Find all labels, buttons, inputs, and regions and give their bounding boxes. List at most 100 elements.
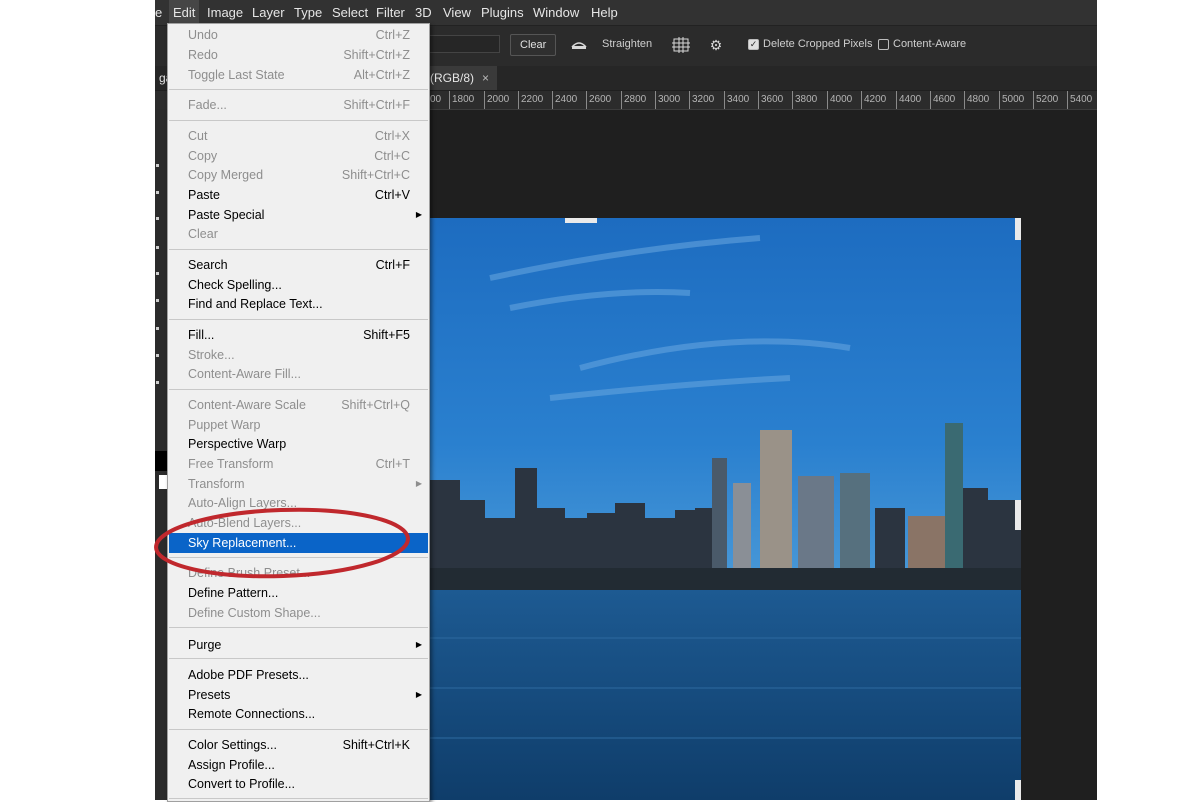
menu-help[interactable]: Help bbox=[591, 0, 618, 25]
ruler-tick: 5400 bbox=[1067, 91, 1092, 109]
tool-icon[interactable] bbox=[156, 327, 159, 330]
menu-separator bbox=[169, 627, 428, 628]
menu-item-undo[interactable]: Undo Ctrl+Z bbox=[169, 25, 428, 45]
ruler-tick: 3600 bbox=[758, 91, 783, 109]
menu-separator bbox=[169, 120, 428, 121]
menu-bar: e Edit Image Layer Type Select Filter 3D… bbox=[155, 0, 1097, 25]
menu-item-free-transform[interactable]: Free Transform Ctrl+T bbox=[169, 454, 428, 474]
menu-type[interactable]: Type bbox=[294, 0, 322, 25]
content-aware-label: Content-Aware bbox=[893, 38, 967, 50]
delete-cropped-label: Delete Cropped Pixels bbox=[763, 38, 873, 50]
menu-item-content-aware-scale[interactable]: Content-Aware Scale Shift+Ctrl+Q bbox=[169, 395, 428, 415]
straighten-icon[interactable] bbox=[570, 37, 588, 53]
delete-cropped-checkbox[interactable]: ✓ bbox=[748, 39, 759, 50]
tool-icon[interactable] bbox=[156, 381, 159, 384]
canvas-image[interactable] bbox=[430, 218, 1021, 800]
content-aware-checkbox[interactable] bbox=[878, 39, 889, 50]
ruler-tick: 4600 bbox=[930, 91, 955, 109]
menu-item-perspective-warp[interactable]: Perspective Warp bbox=[169, 434, 428, 454]
menu-image[interactable]: Image bbox=[207, 0, 243, 25]
close-icon[interactable]: × bbox=[482, 71, 489, 85]
tool-icon[interactable] bbox=[156, 164, 159, 167]
crop-handle[interactable] bbox=[1015, 780, 1021, 800]
menu-item-stroke[interactable]: Stroke... bbox=[169, 345, 428, 365]
menu-item-sky-replacement[interactable]: Sky Replacement... bbox=[169, 533, 428, 553]
ruler-tick: 3000 bbox=[655, 91, 680, 109]
ratio-field[interactable] bbox=[425, 35, 500, 53]
tool-icon[interactable] bbox=[156, 217, 159, 220]
menu-separator bbox=[169, 319, 428, 320]
tool-icon[interactable] bbox=[156, 272, 159, 275]
menu-item-fill[interactable]: Fill... Shift+F5 bbox=[169, 325, 428, 345]
ruler-tick: 2600 bbox=[586, 91, 611, 109]
menu-item-puppet-warp[interactable]: Puppet Warp bbox=[169, 415, 428, 435]
menu-edit[interactable]: Edit bbox=[169, 0, 200, 25]
menu-item-remote-connections[interactable]: Remote Connections... bbox=[169, 704, 428, 724]
menu-separator bbox=[169, 89, 428, 90]
ruler-tick: 4200 bbox=[861, 91, 886, 109]
crop-handle[interactable] bbox=[1015, 500, 1021, 530]
menu-item-paste-special[interactable]: Paste Special ▶ bbox=[169, 205, 428, 225]
menu-view[interactable]: View bbox=[443, 0, 471, 25]
menu-filter[interactable]: Filter bbox=[376, 0, 405, 25]
menu-item-auto-align-layers[interactable]: Auto-Align Layers... bbox=[169, 493, 428, 513]
ruler-tick: 2000 bbox=[484, 91, 509, 109]
menu-3d[interactable]: 3D bbox=[415, 0, 432, 25]
tool-icon[interactable] bbox=[156, 246, 159, 249]
ruler-tick: 3200 bbox=[689, 91, 714, 109]
straighten-label: Straighten bbox=[602, 38, 653, 50]
tab-title: (RGB/8) bbox=[430, 71, 475, 85]
menu-item-define-pattern[interactable]: Define Pattern... bbox=[169, 583, 428, 603]
menu-item-find-replace[interactable]: Find and Replace Text... bbox=[169, 294, 428, 314]
menu-item-copy[interactable]: Copy Ctrl+C bbox=[169, 146, 428, 166]
gear-icon[interactable]: ⚙ bbox=[707, 37, 725, 53]
tab-active-document[interactable]: (RGB/8) × bbox=[423, 66, 498, 90]
menu-item-define-brush-preset[interactable]: Define Brush Preset... bbox=[169, 563, 428, 583]
ruler-tick: 1800 bbox=[449, 91, 474, 109]
ruler-tick: 2400 bbox=[552, 91, 577, 109]
menu-separator bbox=[169, 389, 428, 390]
menu-item-convert-to-profile[interactable]: Convert to Profile... bbox=[169, 774, 428, 794]
menu-item-color-settings[interactable]: Color Settings... Shift+Ctrl+K bbox=[169, 735, 428, 755]
menu-item-presets[interactable]: Presets ▶ bbox=[169, 685, 428, 705]
menu-separator bbox=[169, 798, 428, 799]
ruler-tick: 4800 bbox=[964, 91, 989, 109]
menu-item-copy-merged[interactable]: Copy Merged Shift+Ctrl+C bbox=[169, 165, 428, 185]
menu-item-paste[interactable]: Paste Ctrl+V bbox=[169, 185, 428, 205]
menu-item-fade[interactable]: Fade... Shift+Ctrl+F bbox=[169, 95, 428, 115]
menu-item-define-custom-shape[interactable]: Define Custom Shape... bbox=[169, 603, 428, 623]
menu-item-redo[interactable]: Redo Shift+Ctrl+Z bbox=[169, 45, 428, 65]
menu-select[interactable]: Select bbox=[332, 0, 368, 25]
ruler-tick: 4000 bbox=[827, 91, 852, 109]
menu-item-transform[interactable]: Transform ▶ bbox=[169, 474, 428, 494]
menu-item-content-aware-fill[interactable]: Content-Aware Fill... bbox=[169, 364, 428, 384]
tool-icon[interactable] bbox=[156, 299, 159, 302]
menu-item-toggle-last-state[interactable]: Toggle Last State Alt+Ctrl+Z bbox=[169, 65, 428, 85]
menu-window[interactable]: Window bbox=[533, 0, 579, 25]
menu-item-auto-blend-layers[interactable]: Auto-Blend Layers... bbox=[169, 513, 428, 533]
menu-separator bbox=[169, 729, 428, 730]
menu-item-search[interactable]: Search Ctrl+F bbox=[169, 255, 428, 275]
menu-separator bbox=[169, 249, 428, 250]
menu-item-cut[interactable]: Cut Ctrl+X bbox=[169, 126, 428, 146]
menu-layer[interactable]: Layer bbox=[252, 0, 285, 25]
menu-plugins[interactable]: Plugins bbox=[481, 0, 524, 25]
foreground-color-swatch[interactable] bbox=[155, 451, 167, 471]
crop-handle[interactable] bbox=[565, 218, 597, 223]
skyline-photo bbox=[430, 218, 1021, 800]
menu-file-fragment[interactable]: e bbox=[155, 0, 162, 25]
ruler-tick: 2800 bbox=[621, 91, 646, 109]
clear-button[interactable]: Clear bbox=[510, 34, 557, 56]
submenu-arrow-icon: ▶ bbox=[415, 210, 422, 219]
menu-item-assign-profile[interactable]: Assign Profile... bbox=[169, 755, 428, 775]
grid-overlay-icon[interactable] bbox=[672, 37, 690, 53]
crop-handle[interactable] bbox=[1015, 218, 1021, 240]
menu-item-clear[interactable]: Clear bbox=[169, 224, 428, 244]
menu-item-check-spelling[interactable]: Check Spelling... bbox=[169, 275, 428, 295]
submenu-arrow-icon: ▶ bbox=[415, 479, 422, 488]
tool-icon[interactable] bbox=[156, 191, 159, 194]
menu-item-purge[interactable]: Purge ▶ bbox=[169, 635, 428, 655]
background-color-swatch[interactable] bbox=[159, 475, 167, 489]
tool-icon[interactable] bbox=[156, 354, 159, 357]
menu-item-adobe-pdf-presets[interactable]: Adobe PDF Presets... bbox=[169, 665, 428, 685]
